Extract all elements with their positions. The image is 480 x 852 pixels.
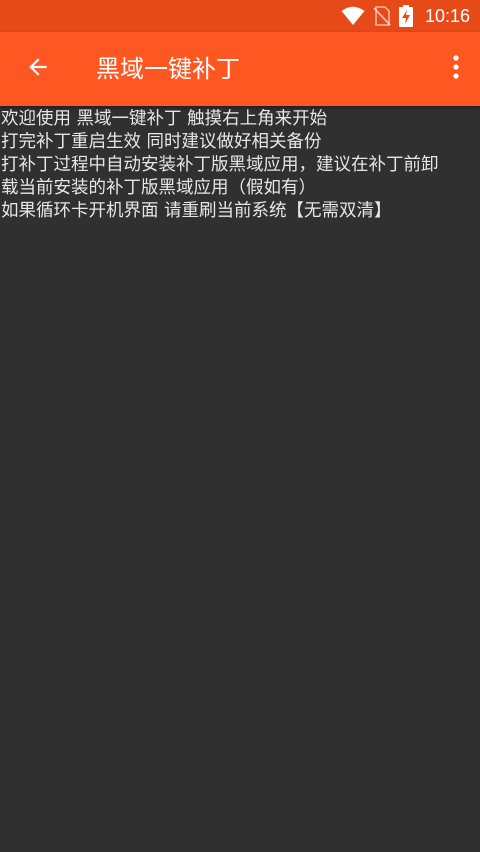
info-line-welcome: 欢迎使用 黑域一键补丁 触摸右上角来开始 xyxy=(1,109,328,129)
info-line-bootloop: 如果循环卡开机界面 请重刷当前系统【无需双清】 xyxy=(1,201,392,221)
status-time: 10:16 xyxy=(424,5,470,26)
info-line-install: 打补丁过程中自动安装补丁版黑域应用，建议在补丁前卸 xyxy=(1,155,439,175)
status-icons: 10:16 xyxy=(341,0,470,32)
no-sim-icon xyxy=(373,6,391,26)
arrow-left-icon xyxy=(25,54,51,84)
app-toolbar: 黑域一键补丁 xyxy=(0,32,480,106)
more-vert-icon xyxy=(452,54,460,84)
back-button[interactable] xyxy=(14,45,62,93)
page-title: 黑域一键补丁 xyxy=(96,55,240,83)
info-line-reboot: 打完补丁重启生效 同时建议做好相关备份 xyxy=(1,132,322,152)
wifi-icon xyxy=(341,6,365,26)
overflow-menu-button[interactable] xyxy=(438,45,474,93)
status-bar: 10:16 xyxy=(0,0,480,32)
info-text-area: 欢迎使用 黑域一键补丁 触摸右上角来开始 打完补丁重启生效 同时建议做好相关备份… xyxy=(0,106,480,223)
battery-charging-icon xyxy=(398,5,413,27)
info-line-uninstall: 载当前安装的补丁版黑域应用（假如有） xyxy=(1,178,316,198)
